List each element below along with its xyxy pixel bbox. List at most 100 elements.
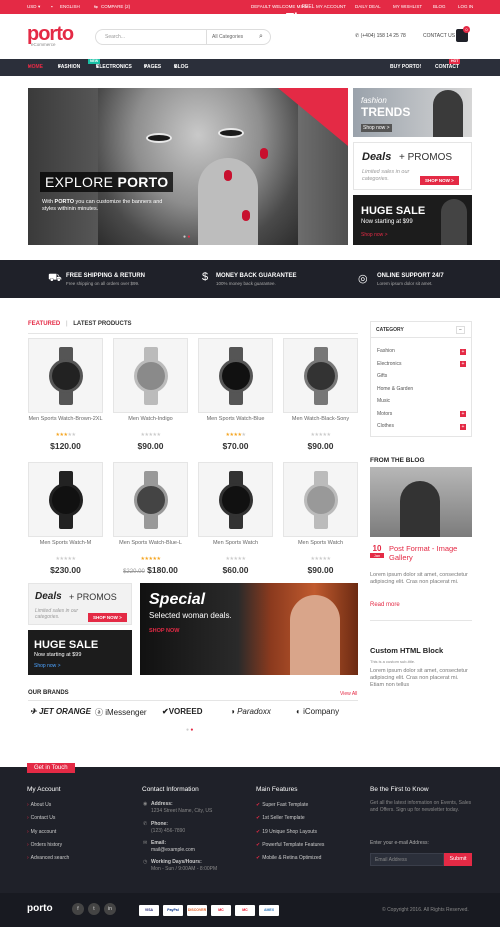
blog-post-title[interactable]: Post Format - Image Gallery: [389, 544, 474, 562]
brands-slider-dots[interactable]: ● ●: [186, 727, 193, 733]
currency-select[interactable]: USD: [27, 0, 37, 14]
top-link-wishlist[interactable]: MY WISHLIST: [393, 0, 422, 14]
product-card[interactable]: Men Sports Watch-Blue ★★★★★ $70.00: [198, 338, 273, 451]
footer-account-link[interactable]: › About Us: [27, 802, 51, 808]
header-contact-link[interactable]: CONTACT US: [423, 33, 455, 39]
email-label: Email:: [151, 840, 167, 846]
footer-feature-item: ✔ Super Fast Template: [256, 802, 309, 808]
nav-buy-porto[interactable]: BUY PORTO!: [390, 59, 421, 76]
search-icon[interactable]: ⌕: [254, 31, 268, 43]
top-link-login[interactable]: LOG IN: [458, 0, 473, 14]
category-expand-icon[interactable]: +: [460, 348, 466, 355]
newsletter-submit-button[interactable]: Submit: [444, 853, 472, 866]
tab-latest-products[interactable]: LATEST PRODUCTS: [73, 321, 131, 327]
top-link-daily-deal[interactable]: DAILY DEAL: [355, 0, 381, 14]
special-deals-banner[interactable]: Special Selected woman deals. SHOP NOW: [140, 583, 358, 675]
hero-title: EXPLORE PORTO: [40, 172, 174, 192]
product-image[interactable]: [113, 338, 188, 413]
footer-account-link[interactable]: › Contact Us: [27, 815, 55, 821]
shop-now-button[interactable]: SHOP NOW >: [420, 176, 459, 185]
email-link[interactable]: mail@example.com: [151, 847, 195, 853]
category-item[interactable]: Music: [377, 398, 390, 404]
search-input[interactable]: Search...: [105, 34, 125, 40]
category-collapse-icon[interactable]: −: [456, 326, 465, 334]
mid-shop-now-button[interactable]: SHOP NOW >: [88, 613, 127, 622]
category-expand-icon[interactable]: +: [460, 361, 466, 367]
tab-featured[interactable]: FEATURED: [28, 321, 60, 327]
footer-logo[interactable]: porto: [27, 903, 53, 914]
phone-icon: ✆: [143, 821, 148, 827]
category-item[interactable]: Motors: [377, 411, 392, 417]
paypal-icon: PayPal: [163, 905, 183, 916]
product-image[interactable]: [28, 462, 103, 537]
nav-electronics[interactable]: ELECTRONICS ▾: [96, 59, 132, 76]
language-select[interactable]: ENGLISH: [60, 0, 80, 14]
product-image[interactable]: [198, 338, 273, 413]
product-name[interactable]: Men Sports Watch-Blue-L: [113, 540, 188, 547]
nav-blog[interactable]: BLOG ▾: [174, 59, 188, 76]
category-item[interactable]: Electronics: [377, 361, 401, 367]
footer-feature-item: ✔ 1st Seller Template: [256, 815, 305, 822]
category-item[interactable]: Gifts: [377, 373, 387, 379]
top-link-account[interactable]: MY ACCOUNT: [316, 0, 346, 14]
address-icon: ◉: [143, 801, 148, 807]
product-name[interactable]: Men Watch-Black-Sony: [283, 416, 358, 423]
facebook-icon[interactable]: f: [72, 903, 84, 915]
nav-pages[interactable]: PAGES ▾: [144, 59, 161, 76]
footer-account-link[interactable]: › My account: [27, 829, 56, 835]
product-name[interactable]: Men Watch-Indigo: [113, 416, 188, 423]
brand-icompany[interactable]: ◐ iCompany: [296, 707, 339, 716]
product-card[interactable]: Men Sports Watch ★★★★★ $90.00: [283, 462, 358, 575]
footer-account-link[interactable]: › Advanced search: [27, 855, 69, 861]
product-image[interactable]: [28, 338, 103, 413]
brand-jet-orange[interactable]: ✈ JET ORANGE: [30, 707, 91, 716]
linkedin-icon[interactable]: in: [104, 903, 116, 915]
product-image[interactable]: [283, 338, 358, 413]
brand-imessenger[interactable]: ⓐ iMessenger: [95, 707, 147, 718]
brands-view-all-link[interactable]: View All: [340, 691, 357, 697]
blog-read-more-link[interactable]: Read more: [370, 602, 400, 608]
product-name[interactable]: Men Sports Watch-Blue: [198, 416, 273, 423]
huge-sale-banner[interactable]: HUGE SALE Now starting at $99 Shop now >: [353, 195, 472, 245]
mid-huge-sale-banner[interactable]: HUGE SALE Now starting at $99 Shop now >: [28, 630, 132, 675]
product-card[interactable]: Men Sports Watch-Brown-2XL ★★★★★ $120.00: [28, 338, 103, 451]
product-image[interactable]: [283, 462, 358, 537]
fashion-trends-banner[interactable]: fashion TRENDS Shop now >: [353, 88, 472, 137]
brand-paradoxx[interactable]: ◑ Paradoxx: [230, 707, 271, 716]
product-card[interactable]: Men Sports Watch-M ★★★★★ $230.00: [28, 462, 103, 575]
footer-account-link[interactable]: › Orders history: [27, 842, 62, 848]
product-name[interactable]: Men Sports Watch-Brown-2XL: [28, 416, 103, 423]
product-card[interactable]: Men Sports Watch-Blue-L ★★★★★ $220.00 $180…: [113, 462, 188, 575]
product-name[interactable]: Men Sports Watch-M: [28, 540, 103, 547]
product-card[interactable]: Men Watch-Indigo ★★★★★ $90.00: [113, 338, 188, 451]
mid-deals-banner[interactable]: Deals + PROMOS Limited sales in our cate…: [28, 583, 132, 625]
compare-link[interactable]: COMPARE (2): [101, 0, 130, 14]
logo[interactable]: porto: [27, 24, 74, 44]
product-card[interactable]: Men Watch-Black-Sony ★★★★★ $90.00: [283, 338, 358, 451]
product-image[interactable]: [113, 462, 188, 537]
nav-fashion[interactable]: FASHION ▾ NEW: [58, 59, 101, 76]
nav-home[interactable]: HOME ▾: [28, 59, 43, 76]
category-expand-icon[interactable]: +: [460, 423, 466, 430]
twitter-icon[interactable]: t: [88, 903, 100, 915]
category-expand-icon[interactable]: +: [460, 411, 466, 417]
product-name[interactable]: Men Sports Watch: [283, 540, 358, 547]
category-item[interactable]: Home & Garden: [377, 386, 413, 392]
product-name[interactable]: Men Sports Watch: [198, 540, 273, 547]
top-link-blog[interactable]: BLOG: [433, 0, 446, 14]
product-image[interactable]: [198, 462, 273, 537]
sale-model-image: [441, 199, 467, 245]
hero-slider-dots[interactable]: ● ●: [183, 234, 190, 240]
category-item[interactable]: Clothes: [377, 423, 394, 429]
special-model-image: [290, 595, 340, 675]
deals-promos-banner[interactable]: Deals + PROMOS Limited sales in our cate…: [353, 142, 472, 190]
sidebar-divider: [370, 620, 472, 621]
blog-post-image[interactable]: [370, 467, 472, 537]
product-price: $120.00: [50, 441, 81, 451]
product-card[interactable]: Men Sports Watch ★★★★★ $60.00: [198, 462, 273, 575]
brand-voreed[interactable]: ✔VOREED: [162, 707, 203, 716]
category-item[interactable]: Fashion: [377, 348, 395, 354]
newsletter-email-input[interactable]: Email Address: [370, 853, 444, 866]
hero-slider[interactable]: [28, 88, 348, 245]
search-category-select[interactable]: All Categories: [206, 30, 252, 44]
